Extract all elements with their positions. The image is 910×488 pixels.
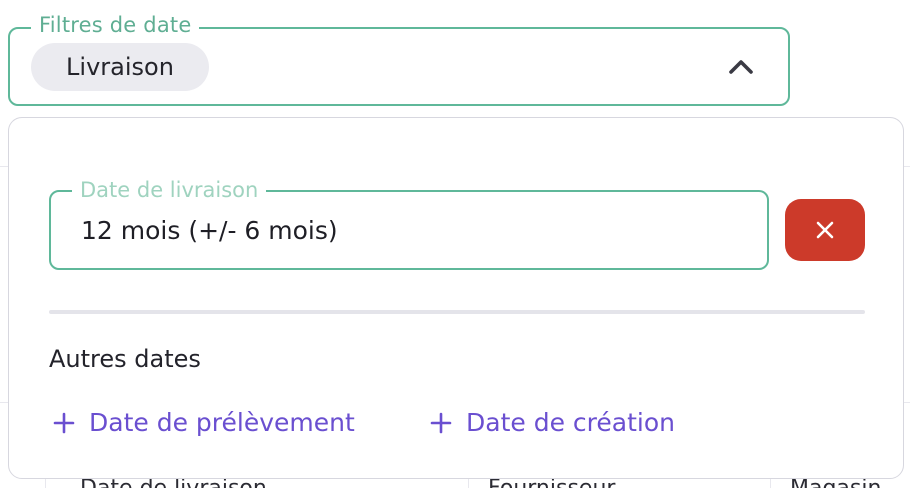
add-collection-date-button[interactable]: Date de prélèvement: [53, 405, 355, 441]
date-filter-legend: Filtres de date: [31, 11, 200, 39]
add-creation-date-button[interactable]: Date de création: [430, 405, 675, 441]
add-creation-date-label: Date de création: [466, 408, 675, 437]
chevron-up-icon[interactable]: [724, 50, 758, 84]
selected-filter-chip[interactable]: Livraison: [31, 43, 209, 91]
close-icon: [816, 221, 834, 239]
page: Date de livraison Fournisseur Magasin Fi…: [0, 0, 910, 488]
delivery-date-value[interactable]: 12 mois (+/- 6 mois): [81, 213, 338, 249]
other-dates-title: Autres dates: [49, 345, 201, 373]
section-divider: [49, 310, 865, 314]
add-collection-date-label: Date de prélèvement: [89, 408, 355, 437]
plus-icon: [430, 412, 452, 434]
clear-delivery-date-button[interactable]: [785, 199, 865, 261]
delivery-date-legend: Date de livraison: [72, 176, 267, 204]
plus-icon: [53, 412, 75, 434]
